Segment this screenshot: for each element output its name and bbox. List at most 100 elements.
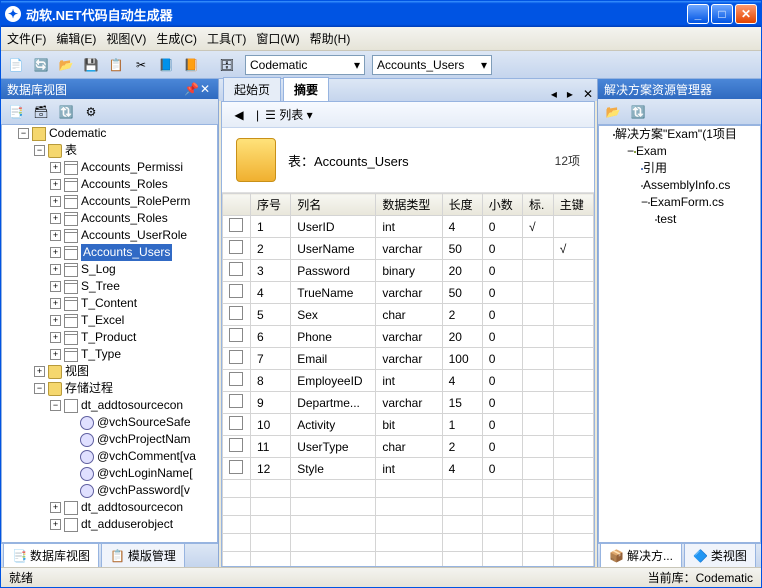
menu-edit[interactable]: 编辑(E): [56, 30, 96, 47]
table-row[interactable]: 10Activitybit10: [223, 414, 594, 436]
table-node[interactable]: +S_Tree: [50, 278, 217, 295]
menu-view[interactable]: 视图(V): [106, 30, 146, 47]
table-row[interactable]: 7Emailvarchar1000: [223, 348, 594, 370]
tree-tool-2-icon[interactable]: 🗃: [30, 101, 52, 123]
views-node[interactable]: 视图: [65, 363, 89, 380]
table-select[interactable]: Accounts_Users▾: [372, 55, 492, 75]
tab-start-page[interactable]: 起始页: [223, 77, 281, 101]
table-row[interactable]: 11UserTypechar20: [223, 436, 594, 458]
tab-db-view[interactable]: 📑数据库视图: [3, 543, 99, 567]
cell-idx: 8: [251, 370, 291, 392]
test-node[interactable]: test: [657, 211, 676, 228]
minimize-button[interactable]: _: [687, 4, 709, 24]
tab-next-icon[interactable]: ▸: [563, 87, 577, 101]
sp-item[interactable]: dt_adduserobject: [81, 516, 173, 533]
sln-root[interactable]: 解决方案"Exam"(1项目: [615, 126, 737, 143]
tool-open-icon[interactable]: 📂: [55, 54, 77, 76]
table-row[interactable]: 4TrueNamevarchar500: [223, 282, 594, 304]
tool-gen1-icon[interactable]: 📘: [155, 54, 177, 76]
table-row[interactable]: 1UserIDint40√: [223, 216, 594, 238]
table-node[interactable]: +Accounts_Roles: [50, 210, 217, 227]
pin-icon[interactable]: 📌: [184, 82, 198, 96]
ref-node[interactable]: 引用: [643, 160, 667, 177]
col-mark[interactable]: 标.: [523, 194, 554, 216]
menu-build[interactable]: 生成(C): [156, 30, 197, 47]
cell-mark: [523, 282, 554, 304]
table-node[interactable]: +Accounts_RolePerm: [50, 193, 217, 210]
table-row[interactable]: 12Styleint40: [223, 458, 594, 480]
table-node[interactable]: +Accounts_UserRole: [50, 227, 217, 244]
db-tree[interactable]: −Codematic −表 +Accounts_Permissi+Account…: [1, 125, 218, 543]
db-root[interactable]: Codematic: [49, 125, 106, 142]
tool-db-icon[interactable]: 🗄: [216, 54, 238, 76]
proj-node[interactable]: Exam: [636, 143, 667, 160]
tree-tool-3-icon[interactable]: 🔃: [55, 101, 77, 123]
param-node[interactable]: @vchLoginName[: [66, 465, 217, 482]
tab-close-icon[interactable]: ✕: [579, 87, 597, 101]
menu-window[interactable]: 窗口(W): [256, 30, 299, 47]
table-node[interactable]: +T_Type: [50, 346, 217, 363]
menu-file[interactable]: 文件(F): [7, 30, 46, 47]
menu-help[interactable]: 帮助(H): [310, 30, 351, 47]
table-node[interactable]: +Accounts_Users: [50, 244, 217, 261]
col-ico[interactable]: [223, 194, 251, 216]
param-node[interactable]: @vchComment[va: [66, 448, 217, 465]
tree-tool-4-icon[interactable]: ⚙: [80, 101, 102, 123]
table-row[interactable]: 9Departme...varchar150: [223, 392, 594, 414]
table-label: Accounts_Permissi: [81, 159, 183, 176]
col-idx[interactable]: 序号: [251, 194, 291, 216]
table-node[interactable]: +Accounts_Roles: [50, 176, 217, 193]
db-select[interactable]: Codematic▾: [245, 55, 365, 75]
tables-node[interactable]: 表: [65, 142, 77, 159]
tab-summary[interactable]: 摘要: [283, 77, 329, 101]
col-dec[interactable]: 小数: [482, 194, 522, 216]
table-node[interactable]: +Accounts_Permissi: [50, 159, 217, 176]
sp-item[interactable]: dt_addtosourcecon: [81, 397, 183, 414]
maximize-button[interactable]: □: [711, 4, 733, 24]
col-pk[interactable]: 主键: [553, 194, 593, 216]
nav-back-icon[interactable]: ◀: [228, 104, 250, 126]
col-name[interactable]: 列名: [291, 194, 376, 216]
table-icon: [64, 297, 78, 311]
param-node[interactable]: @vchProjectNam: [66, 431, 217, 448]
menu-tools[interactable]: 工具(T): [207, 30, 246, 47]
table-node[interactable]: +T_Product: [50, 329, 217, 346]
table-row[interactable]: 6Phonevarchar200: [223, 326, 594, 348]
tool-new-icon[interactable]: 📄: [5, 54, 27, 76]
table-row[interactable]: 8EmployeeIDint40: [223, 370, 594, 392]
tab-solution[interactable]: 📦解决方...: [600, 543, 682, 567]
sp-node[interactable]: 存储过程: [65, 380, 113, 397]
sp-item[interactable]: dt_addtosourcecon: [81, 499, 183, 516]
tool-cut-icon[interactable]: ✂: [130, 54, 152, 76]
asm-file[interactable]: AssemblyInfo.cs: [643, 177, 730, 194]
solution-panel: 解决方案资源管理器 📂 🔃 解决方案"Exam"(1项目 −Exam 引用 As…: [597, 79, 761, 567]
tab-class-view[interactable]: 🔷类视图: [684, 543, 756, 567]
table-node[interactable]: +T_Excel: [50, 312, 217, 329]
tool-gen2-icon[interactable]: 📙: [180, 54, 202, 76]
columns-grid-wrap[interactable]: 序号 列名 数据类型 长度 小数 标. 主键 1UserIDint40√2Use…: [222, 193, 594, 566]
table-node[interactable]: +T_Content: [50, 295, 217, 312]
list-mode-icon[interactable]: ☰ 列表 ▾: [265, 106, 312, 123]
tool-refresh-icon[interactable]: 🔄: [30, 54, 52, 76]
form-file[interactable]: ExamForm.cs: [650, 194, 724, 211]
tab-template[interactable]: 📋模版管理: [101, 543, 185, 567]
db-view-toolbar: 📑 🗃 🔃 ⚙: [1, 99, 218, 125]
close-button[interactable]: ✕: [735, 4, 757, 24]
col-type[interactable]: 数据类型: [376, 194, 442, 216]
sln-tool-2-icon[interactable]: 🔃: [627, 101, 649, 123]
solution-tree[interactable]: 解决方案"Exam"(1项目 −Exam 引用 AssemblyInfo.cs …: [598, 125, 761, 543]
sln-tool-1-icon[interactable]: 📂: [602, 101, 624, 123]
titlebar[interactable]: ✦ 动软.NET代码自动生成器 _ □ ✕: [1, 1, 761, 27]
table-row[interactable]: 3Passwordbinary200: [223, 260, 594, 282]
param-node[interactable]: @vchPassword[v: [66, 482, 217, 499]
tool-copy-icon[interactable]: 📋: [105, 54, 127, 76]
table-row[interactable]: 5Sexchar20: [223, 304, 594, 326]
table-row[interactable]: 2UserNamevarchar500√: [223, 238, 594, 260]
tab-prev-icon[interactable]: ◂: [547, 87, 561, 101]
col-len[interactable]: 长度: [442, 194, 482, 216]
panel-close-icon[interactable]: ✕: [198, 82, 212, 96]
param-node[interactable]: @vchSourceSafe: [66, 414, 217, 431]
tool-save-icon[interactable]: 💾: [80, 54, 102, 76]
table-node[interactable]: +S_Log: [50, 261, 217, 278]
tree-tool-1-icon[interactable]: 📑: [5, 101, 27, 123]
